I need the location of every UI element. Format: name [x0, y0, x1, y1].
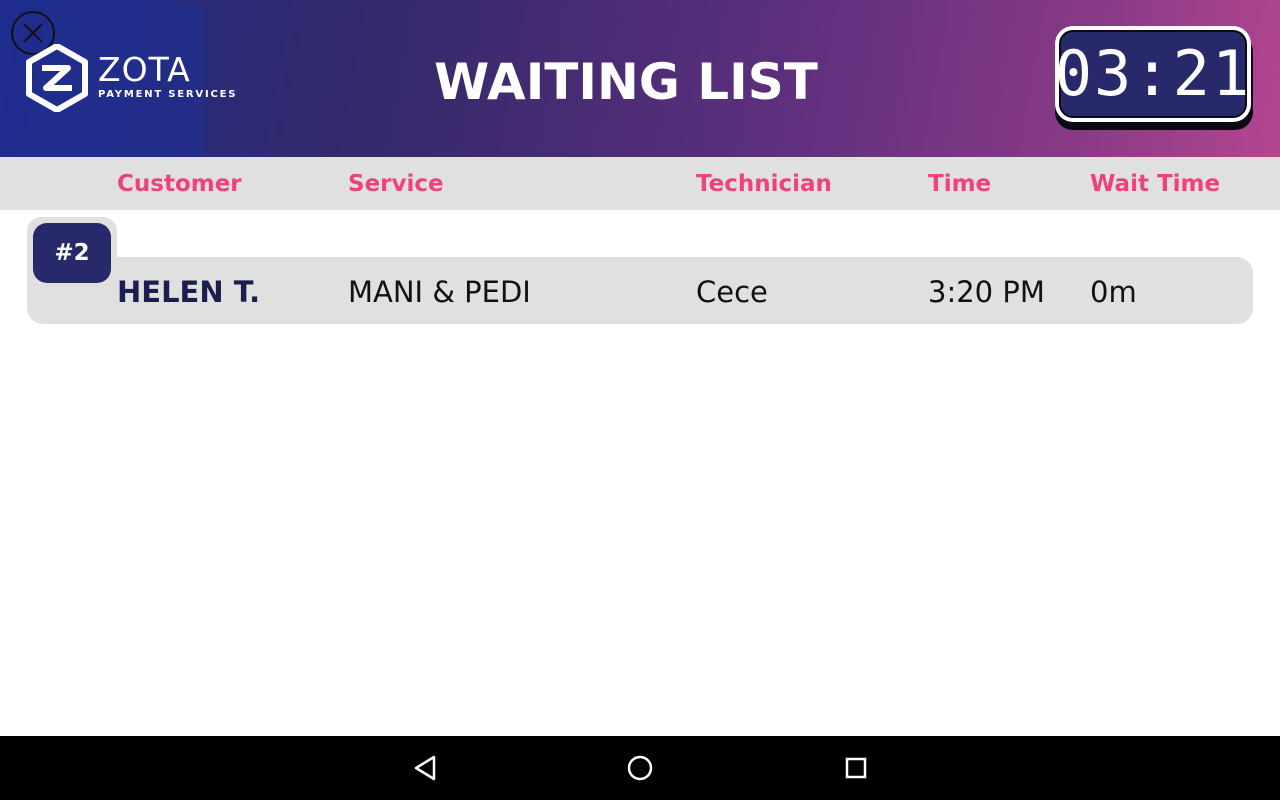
nav-back-button[interactable]: [409, 752, 441, 784]
row-wait-time: 0m: [1090, 275, 1137, 309]
column-header-customer: Customer: [117, 171, 242, 197]
android-nav-bar: [0, 736, 1280, 800]
clock-time: 03:21: [1055, 30, 1249, 118]
nav-recents-button[interactable]: [840, 752, 872, 784]
column-header-service: Service: [348, 171, 444, 197]
back-triangle-icon: [414, 755, 436, 781]
nav-home-button[interactable]: [624, 752, 656, 784]
waiting-list-screen: ZOTA PAYMENT SERVICES WAITING LIST 03:21…: [0, 0, 1280, 800]
header: ZOTA PAYMENT SERVICES WAITING LIST 03:21: [0, 0, 1280, 157]
row-service: MANI & PEDI: [348, 275, 531, 309]
row-time: 3:20 PM: [928, 275, 1045, 309]
row-customer: HELEN T.: [117, 275, 261, 309]
recents-square-icon: [845, 757, 867, 779]
home-circle-icon: [627, 755, 653, 781]
close-icon: [23, 23, 43, 43]
queue-number-badge: #2: [33, 223, 111, 283]
column-header-bar: Customer Service Technician Time Wait Ti…: [0, 157, 1280, 210]
column-header-technician: Technician: [696, 171, 832, 197]
column-header-wait-time: Wait Time: [1090, 171, 1221, 197]
clock-display: 03:21: [1055, 26, 1251, 122]
column-header-time: Time: [928, 171, 992, 197]
row-technician: Cece: [696, 275, 768, 309]
